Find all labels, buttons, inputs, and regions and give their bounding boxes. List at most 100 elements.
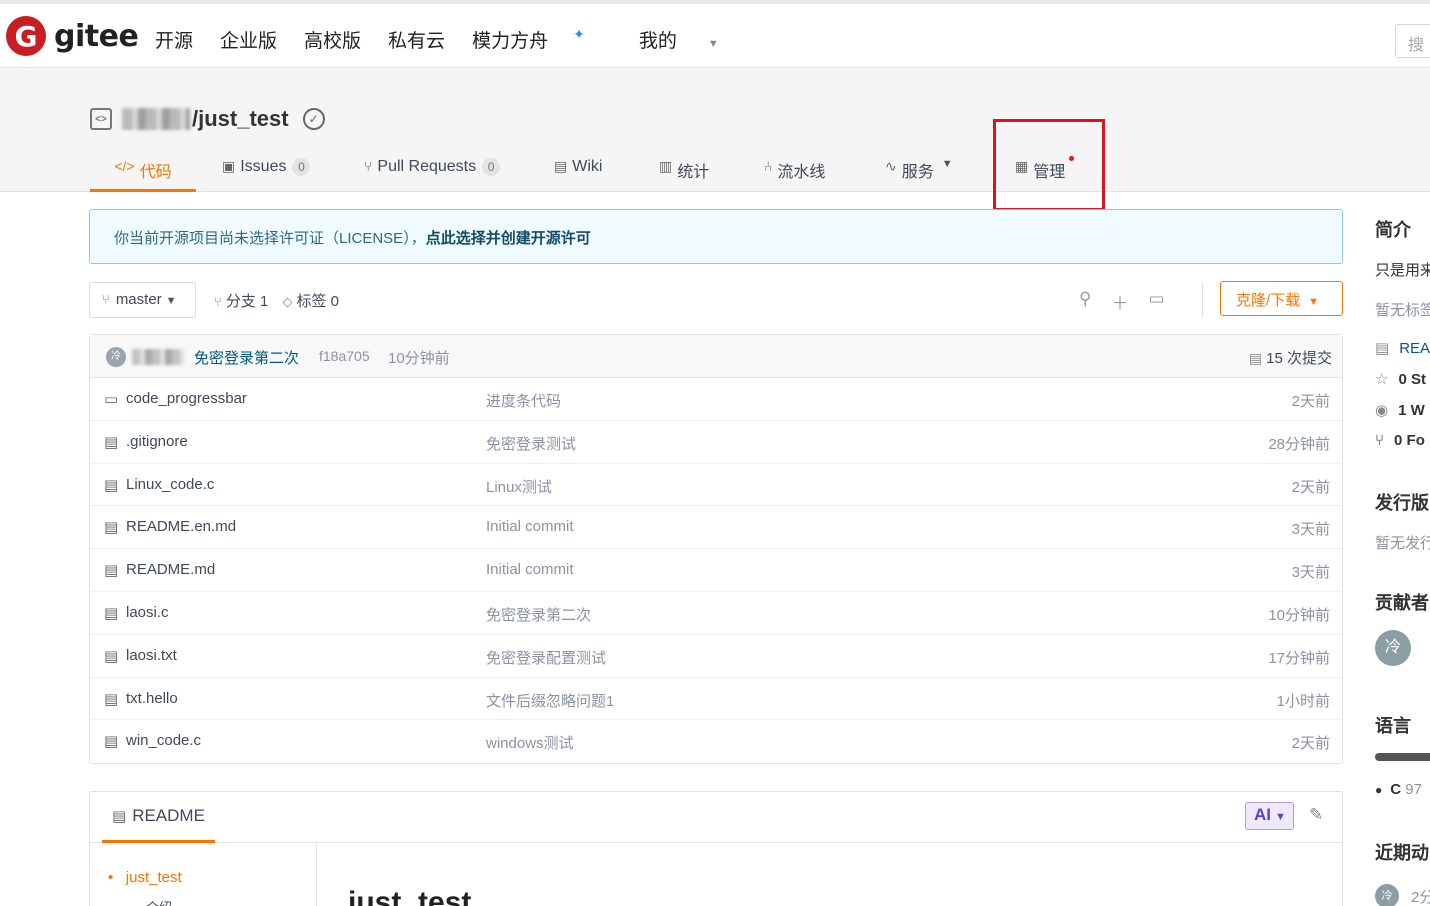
tab-issues[interactable]: ▣ Issues 0 <box>222 154 311 192</box>
forks-link[interactable]: ⑂ 0 Fo <box>1375 432 1425 449</box>
star-icon: ☆ <box>1375 371 1389 388</box>
file-name[interactable]: code_progressbar <box>126 390 247 407</box>
nav-item-private-cloud[interactable]: 私有云 <box>388 26 445 53</box>
file-commit-message[interactable]: 免密登录配置测试 <box>486 647 606 668</box>
sparkle-icon: ✦ <box>573 26 585 42</box>
edit-icon[interactable]: ✎ <box>1309 805 1323 825</box>
file-commit-message[interactable]: 免密登录测试 <box>486 433 576 454</box>
readme-heading: just_test <box>348 886 472 906</box>
file-commit-message[interactable]: windows测试 <box>486 732 574 753</box>
readme-link-label: REA <box>1399 340 1430 357</box>
toc-item[interactable]: • just_test <box>108 869 182 886</box>
readme-link[interactable]: ▤ REA <box>1375 339 1430 357</box>
no-release-text: 暂无发行 <box>1375 535 1430 552</box>
caret-down-icon: ▼ <box>941 158 953 170</box>
plus-icon[interactable]: ＋ <box>1111 289 1128 314</box>
tab-code-label: 代码 <box>139 164 172 181</box>
tab-stats-label: 统计 <box>677 164 710 181</box>
committer-avatar[interactable]: 冷 <box>106 347 126 367</box>
activity-avatar[interactable]: 冷 <box>1375 884 1399 906</box>
file-time: 2天前 <box>1291 478 1330 496</box>
stars-link[interactable]: ☆ 0 St <box>1375 370 1426 388</box>
readme-tab[interactable]: ▤ README <box>102 792 215 843</box>
nav-item-mine[interactable]: 我的 ▼ <box>639 26 746 53</box>
file-toolbar: ⚲ ＋ ▭ <box>1079 289 1165 314</box>
commit-hash[interactable]: f18a705 <box>319 348 370 364</box>
file-name[interactable]: README.en.md <box>126 518 236 535</box>
committer-name-blurred[interactable] <box>132 349 184 365</box>
contributor-avatar[interactable]: 冷 <box>1375 630 1411 666</box>
file-commit-message[interactable]: Initial commit <box>486 561 574 578</box>
nav-item-education[interactable]: 高校版 <box>304 26 361 53</box>
latest-commit-row: 冷 免密登录第二次 f18a705 10分钟前 ▤ 15 次提交 <box>90 335 1342 378</box>
toc-sub-item[interactable]: 介绍 <box>146 897 172 906</box>
file-name[interactable]: README.md <box>126 561 215 578</box>
file-row[interactable]: ▤ laosi.txt 免密登录配置测试 17分钟前 <box>90 635 1342 678</box>
tab-wiki[interactable]: ▤ Wiki <box>554 154 602 192</box>
file-commit-message[interactable]: Initial commit <box>486 518 574 535</box>
monitor-icon[interactable]: ▭ <box>1148 289 1164 314</box>
file-name[interactable]: laosi.c <box>126 604 169 621</box>
file-row[interactable]: ▤ README.md Initial commit 3天前 <box>90 549 1342 592</box>
license-create-link[interactable]: 点此选择并创建开源许可 <box>426 230 591 247</box>
search-icon[interactable]: ⚲ <box>1079 289 1091 314</box>
file-time: 2天前 <box>1291 735 1330 753</box>
bar-chart-icon: ▥ <box>659 158 673 174</box>
file-icon: ▤ <box>104 647 119 665</box>
file-row[interactable]: ▤ win_code.c windows测试 2天前 <box>90 720 1342 763</box>
tab-pull-requests[interactable]: ⑂ Pull Requests 0 <box>364 154 501 192</box>
ai-button[interactable]: AI ▼ <box>1245 802 1294 830</box>
search-input[interactable]: 搜 <box>1395 24 1430 58</box>
book-icon: ▤ <box>554 158 568 174</box>
repo-name[interactable]: /just_test <box>192 106 289 132</box>
tags-count: 标签 0 <box>296 293 340 310</box>
caret-down-icon: ▼ <box>707 38 719 50</box>
file-name[interactable]: laosi.txt <box>126 647 177 664</box>
owner-name-blurred[interactable] <box>122 108 190 130</box>
code-icon: </> <box>114 158 135 174</box>
forks-count: 0 Fo <box>1394 432 1425 449</box>
file-name[interactable]: txt.hello <box>126 690 178 707</box>
toc-item-label: just_test <box>125 869 182 886</box>
file-name[interactable]: .gitignore <box>126 433 188 450</box>
commit-count-link[interactable]: ▤ 15 次提交 <box>1249 347 1332 368</box>
tab-code[interactable]: </> 代码 <box>90 154 196 192</box>
tab-pr-label: Pull Requests <box>377 158 477 175</box>
nav-item-enterprise[interactable]: 企业版 <box>220 26 277 53</box>
file-commit-message[interactable]: Linux测试 <box>486 476 552 497</box>
tags-link[interactable]: ◇ 标签 0 <box>283 293 340 310</box>
repo-code-icon: <> <box>90 108 112 130</box>
tab-stats[interactable]: ▥ 统计 <box>659 154 709 192</box>
clone-download-button[interactable]: 克隆/下载 ▼ <box>1220 281 1343 316</box>
file-row[interactable]: ▤ .gitignore 免密登录测试 28分钟前 <box>90 421 1342 464</box>
folder-icon: ▭ <box>104 391 119 408</box>
branch-select[interactable]: ⑂ master ▼ <box>89 282 196 318</box>
file-commit-message[interactable]: 文件后缀忽略问题1 <box>486 690 614 711</box>
file-row[interactable]: ▤ Linux_code.c Linux测试 2天前 <box>90 464 1342 507</box>
issues-count: 0 <box>292 158 311 176</box>
nav-item-mine-label: 我的 <box>638 31 677 52</box>
file-row[interactable]: ▤ README.en.md Initial commit 3天前 <box>90 506 1342 550</box>
tab-services[interactable]: ∿ 服务 ▼ <box>885 154 953 192</box>
file-name[interactable]: win_code.c <box>126 732 201 749</box>
nav-item-moli[interactable]: 模力方舟 ✦ <box>472 26 612 53</box>
contributors-title: 贡献者 <box>1375 593 1429 613</box>
file-row[interactable]: ▤ laosi.c 免密登录第二次 10分钟前 <box>90 592 1342 635</box>
file-commit-message[interactable]: 免密登录第二次 <box>486 604 591 625</box>
nav-item-opensource[interactable]: 开源 <box>155 26 193 53</box>
branches-link[interactable]: ⑂ 分支 1 <box>214 293 268 310</box>
commit-message[interactable]: 免密登录第二次 <box>194 347 299 368</box>
file-row[interactable]: ▤ txt.hello 文件后缀忽略问题1 1小时前 <box>90 678 1342 721</box>
file-icon: ▤ <box>104 604 119 622</box>
activity-time: 2分 <box>1411 889 1430 906</box>
gitee-logo[interactable]: G gitee <box>6 16 139 56</box>
tab-pipeline[interactable]: ⑃ 流水线 <box>764 154 825 192</box>
gitee-logo-text: gitee <box>54 18 139 54</box>
file-commit-message[interactable]: 进度条代码 <box>486 390 561 411</box>
file-name[interactable]: Linux_code.c <box>126 476 214 493</box>
recommend-badge-icon[interactable]: ✓ <box>302 108 325 130</box>
file-row[interactable]: ▭ code_progressbar 进度条代码 2天前 <box>90 378 1342 421</box>
watches-link[interactable]: ◉ 1 W <box>1375 401 1425 419</box>
activity-title: 近期动 <box>1375 843 1429 863</box>
language-title: 语言 <box>1375 716 1411 736</box>
